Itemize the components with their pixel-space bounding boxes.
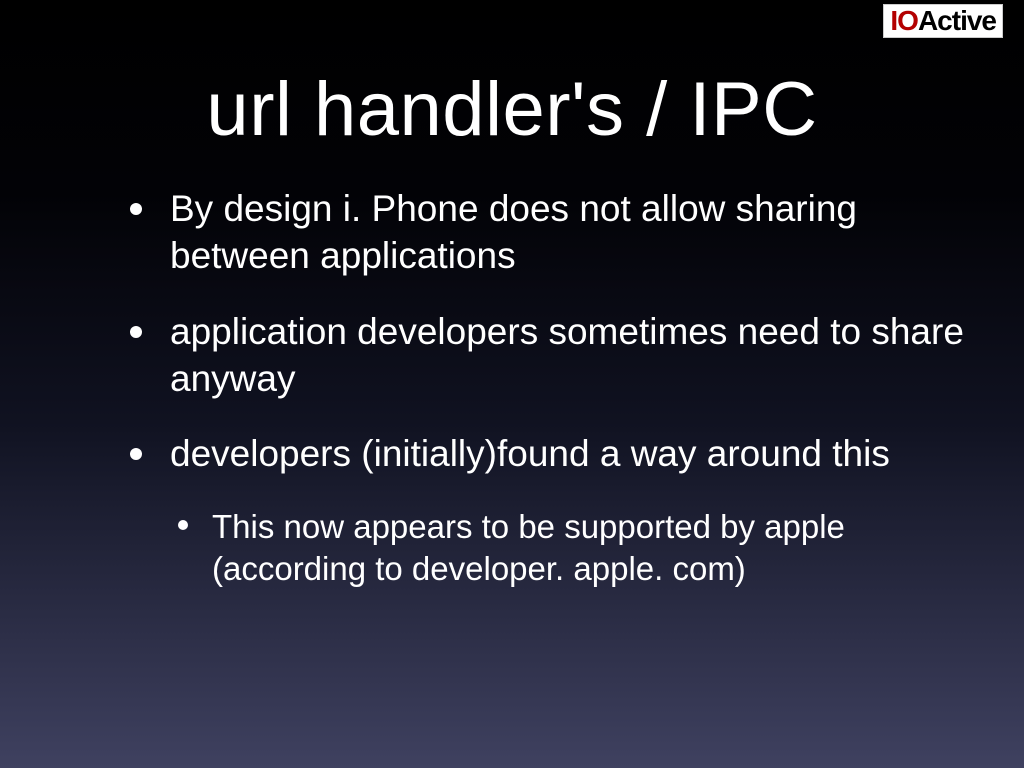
bullet-dot-icon (130, 448, 142, 460)
bullet-dot-icon (130, 326, 142, 338)
bullet-text: application developers sometimes need to… (170, 308, 964, 403)
bullet-item: developers (initially)found a way around… (130, 430, 964, 477)
logo-tm: TM (1005, 6, 1018, 16)
logo-part-io: IO (890, 5, 918, 36)
slide-title: url handler's / IPC (0, 66, 1024, 153)
bullet-text: developers (initially)found a way around… (170, 430, 890, 477)
bullet-list: By design i. Phone does not allow sharin… (130, 185, 964, 590)
logo-part-active: Active (918, 5, 996, 36)
bullet-item: By design i. Phone does not allow sharin… (130, 185, 964, 280)
bullet-dot-icon (130, 203, 142, 215)
brand-logo: IOActive TM (883, 4, 1018, 38)
sub-bullet-item: This now appears to be supported by appl… (178, 506, 964, 590)
bullet-item: application developers sometimes need to… (130, 308, 964, 403)
logo-box: IOActive (883, 4, 1003, 38)
sub-bullet-dot-icon (178, 520, 188, 530)
sub-bullet-list: This now appears to be supported by appl… (178, 506, 964, 590)
sub-bullet-text: This now appears to be supported by appl… (212, 506, 964, 590)
slide: IOActive TM url handler's / IPC By desig… (0, 0, 1024, 768)
bullet-text: By design i. Phone does not allow sharin… (170, 185, 964, 280)
